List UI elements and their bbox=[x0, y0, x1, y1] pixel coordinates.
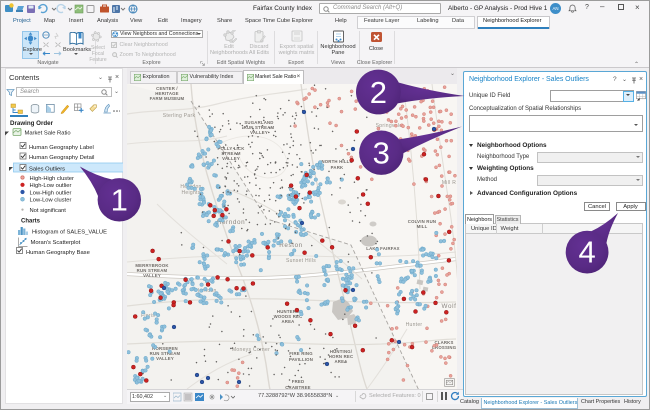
svg-text:FRED: FRED bbox=[292, 379, 305, 384]
svg-text:Charts: Charts bbox=[21, 219, 41, 225]
svg-text:Human Geography Base: Human Geography Base bbox=[26, 250, 90, 256]
svg-text:PAVILLION: PAVILLION bbox=[289, 357, 313, 362]
svg-text:NORTH HILLS: NORTH HILLS bbox=[321, 159, 352, 164]
svg-text:VALLEY: VALLEY bbox=[222, 156, 240, 161]
svg-text:AREA: AREA bbox=[282, 319, 295, 324]
svg-text:Sterling Park: Sterling Park bbox=[163, 113, 196, 119]
svg-text:Wolf: Wolf bbox=[442, 303, 457, 310]
svg-text:AREA: AREA bbox=[335, 359, 348, 364]
svg-text:VALLEY: VALLEY bbox=[156, 356, 174, 361]
svg-text:Histogram of SALES_VALUE: Histogram of SALES_VALUE bbox=[32, 229, 107, 235]
svg-text:PARK: PARK bbox=[331, 165, 344, 170]
svg-text:FARM MUSEUM: FARM MUSEUM bbox=[150, 96, 185, 101]
svg-text:Low-Low cluster: Low-Low cluster bbox=[30, 198, 72, 204]
svg-text:Heights: Heights bbox=[181, 190, 200, 196]
svg-text:Not significant: Not significant bbox=[30, 208, 67, 214]
svg-text:Sunset Hills: Sunset Hills bbox=[286, 258, 316, 264]
svg-text:Human Geography Label: Human Geography Label bbox=[29, 145, 94, 151]
svg-text:Low-High outlier: Low-High outlier bbox=[30, 190, 72, 196]
svg-text:High-Low outlier: High-Low outlier bbox=[30, 183, 72, 189]
svg-text:High-High cluster: High-High cluster bbox=[30, 176, 75, 182]
svg-text:Sales Outliers: Sales Outliers bbox=[29, 167, 65, 173]
svg-text:Hunter: Hunter bbox=[406, 322, 423, 328]
svg-text:VALLEY: VALLEY bbox=[143, 273, 161, 278]
svg-text:MILL: MILL bbox=[417, 224, 428, 229]
svg-text:Market Sale Ratio: Market Sale Ratio bbox=[25, 131, 71, 137]
svg-text:Mill R: Mill R bbox=[442, 180, 456, 186]
svg-text:Moran's Scatterplot: Moran's Scatterplot bbox=[31, 240, 81, 246]
svg-text:LAKE FAIRFAX: LAKE FAIRFAX bbox=[366, 246, 399, 251]
svg-text:Human Geography Detail: Human Geography Detail bbox=[29, 155, 94, 161]
